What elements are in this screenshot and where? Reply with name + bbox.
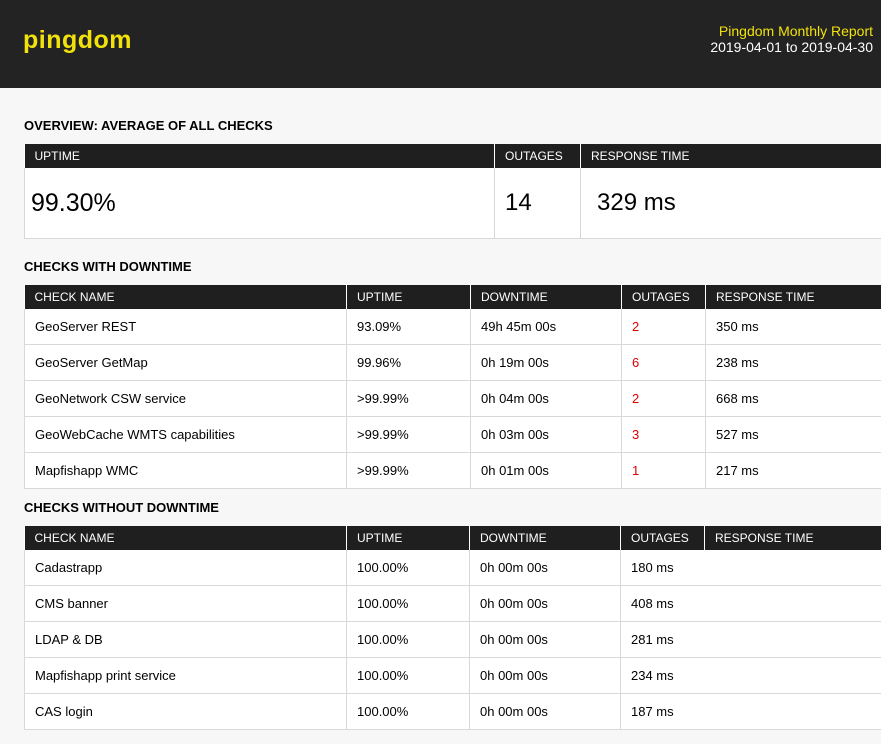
report-info: Pingdom Monthly Report 2019-04-01 to 201… bbox=[673, 23, 873, 55]
check-downtime: 0h 03m 00s bbox=[470, 416, 622, 453]
table-row: GeoServer REST 93.09% 49h 45m 00s 2 350 … bbox=[24, 309, 881, 345]
check-response-time: 527 ms bbox=[705, 416, 881, 453]
nodowntime-header-outages: OUTAGES bbox=[620, 526, 705, 550]
downtime-header-downtime: DOWNTIME bbox=[470, 285, 622, 309]
check-outages: 408 ms bbox=[620, 585, 881, 622]
check-name: GeoServer GetMap bbox=[24, 344, 347, 381]
check-name: Mapfishapp print service bbox=[24, 657, 347, 694]
table-row: CAS login 100.00% 0h 00m 00s 187 ms bbox=[24, 693, 881, 730]
check-downtime: 0h 00m 00s bbox=[469, 621, 621, 658]
check-uptime: >99.99% bbox=[346, 452, 471, 489]
check-outages: 180 ms bbox=[620, 550, 881, 586]
table-row: GeoWebCache WMTS capabilities >99.99% 0h… bbox=[24, 416, 881, 453]
check-uptime: 93.09% bbox=[346, 309, 471, 345]
check-outages: 2 bbox=[621, 380, 706, 417]
check-name: GeoNetwork CSW service bbox=[24, 380, 347, 417]
check-response-time: 668 ms bbox=[705, 380, 881, 417]
checks-without-downtime-table: CHECK NAME UPTIME DOWNTIME OUTAGES RESPO… bbox=[24, 526, 881, 730]
check-uptime: 100.00% bbox=[346, 621, 470, 658]
downtime-header-outages: OUTAGES bbox=[621, 285, 706, 309]
check-downtime: 0h 00m 00s bbox=[469, 550, 621, 586]
check-uptime: >99.99% bbox=[346, 416, 471, 453]
check-downtime: 0h 00m 00s bbox=[469, 657, 621, 694]
overview-response-time-value: 329 ms bbox=[580, 168, 881, 239]
nodowntime-title: CHECKS WITHOUT DOWNTIME bbox=[24, 500, 219, 515]
check-response-time: 217 ms bbox=[705, 452, 881, 489]
table-row: Cadastrapp 100.00% 0h 00m 00s 180 ms bbox=[24, 550, 881, 586]
report-header: pingdom Pingdom Monthly Report 2019-04-0… bbox=[0, 0, 881, 88]
downtime-header-response-time: RESPONSE TIME bbox=[705, 285, 881, 309]
report-title: Pingdom Monthly Report bbox=[718, 23, 873, 39]
check-uptime: 100.00% bbox=[346, 693, 470, 730]
check-downtime: 0h 01m 00s bbox=[470, 452, 622, 489]
overview-table: UPTIME OUTAGES RESPONSE TIME 99.30% 14 3… bbox=[24, 144, 881, 239]
table-row: Mapfishapp WMC >99.99% 0h 01m 00s 1 217 … bbox=[24, 452, 881, 489]
check-uptime: 100.00% bbox=[346, 585, 470, 622]
check-downtime: 0h 00m 00s bbox=[469, 693, 621, 730]
check-outages: 6 bbox=[621, 344, 706, 381]
overview-header-uptime: UPTIME bbox=[24, 144, 495, 168]
check-outages: 1 bbox=[621, 452, 706, 489]
table-row: LDAP & DB 100.00% 0h 00m 00s 281 ms bbox=[24, 621, 881, 658]
check-uptime: 100.00% bbox=[346, 657, 470, 694]
nodowntime-header-uptime: UPTIME bbox=[346, 526, 470, 550]
check-name: CMS banner bbox=[24, 585, 347, 622]
nodowntime-header-check-name: CHECK NAME bbox=[24, 526, 347, 550]
overview-outages-value: 14 bbox=[494, 168, 581, 239]
nodowntime-header-downtime: DOWNTIME bbox=[469, 526, 621, 550]
downtime-title: CHECKS WITH DOWNTIME bbox=[24, 259, 192, 274]
table-row: Mapfishapp print service 100.00% 0h 00m … bbox=[24, 657, 881, 694]
check-name: GeoServer REST bbox=[24, 309, 347, 345]
check-uptime: >99.99% bbox=[346, 380, 471, 417]
check-name: GeoWebCache WMTS capabilities bbox=[24, 416, 347, 453]
check-response-time: 238 ms bbox=[705, 344, 881, 381]
checks-with-downtime-table: CHECK NAME UPTIME DOWNTIME OUTAGES RESPO… bbox=[24, 285, 881, 489]
check-downtime: 0h 00m 00s bbox=[469, 585, 621, 622]
table-row: GeoServer GetMap 99.96% 0h 19m 00s 6 238… bbox=[24, 344, 881, 381]
downtime-header-uptime: UPTIME bbox=[346, 285, 471, 309]
table-row: GeoNetwork CSW service >99.99% 0h 04m 00… bbox=[24, 380, 881, 417]
check-name: Cadastrapp bbox=[24, 550, 347, 586]
check-downtime: 49h 45m 00s bbox=[470, 309, 622, 345]
check-response-time: 350 ms bbox=[705, 309, 881, 345]
check-downtime: 0h 04m 00s bbox=[470, 380, 622, 417]
check-uptime: 100.00% bbox=[346, 550, 470, 586]
overview-title: OVERVIEW: AVERAGE OF ALL CHECKS bbox=[24, 118, 273, 133]
check-name: CAS login bbox=[24, 693, 347, 730]
overview-header-response-time: RESPONSE TIME bbox=[580, 144, 881, 168]
check-uptime: 99.96% bbox=[346, 344, 471, 381]
check-outages: 234 ms bbox=[620, 657, 881, 694]
downtime-header-check-name: CHECK NAME bbox=[24, 285, 347, 309]
check-outages: 2 bbox=[621, 309, 706, 345]
check-outages: 3 bbox=[621, 416, 706, 453]
overview-header-outages: OUTAGES bbox=[494, 144, 581, 168]
overview-uptime-value: 99.30% bbox=[24, 168, 495, 239]
report-date-range: 2019-04-01 to 2019-04-30 bbox=[710, 39, 873, 55]
nodowntime-header-response-time: RESPONSE TIME bbox=[704, 526, 881, 550]
check-name: Mapfishapp WMC bbox=[24, 452, 347, 489]
check-name: LDAP & DB bbox=[24, 621, 347, 658]
check-outages: 281 ms bbox=[620, 621, 881, 658]
table-row: CMS banner 100.00% 0h 00m 00s 408 ms bbox=[24, 585, 881, 622]
check-downtime: 0h 19m 00s bbox=[470, 344, 622, 381]
check-outages: 187 ms bbox=[620, 693, 881, 730]
pingdom-logo: pingdom bbox=[23, 26, 133, 54]
